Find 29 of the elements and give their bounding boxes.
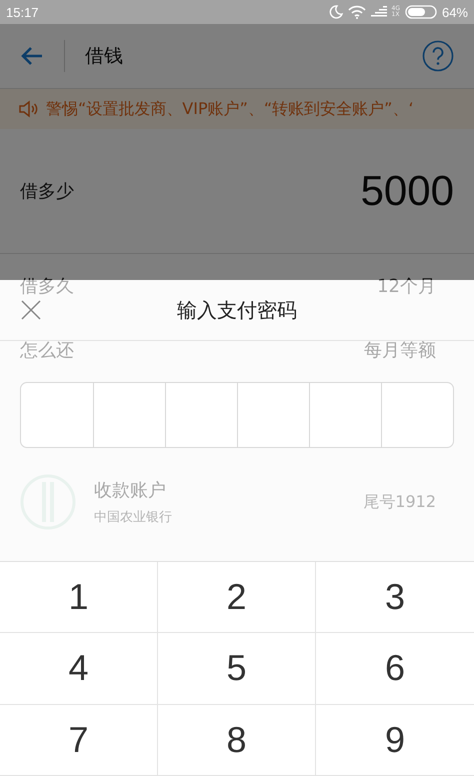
card-tail-number: 尾号1912 bbox=[363, 492, 436, 512]
signal-icon bbox=[370, 6, 386, 18]
keypad-key[interactable]: 8 bbox=[158, 704, 316, 776]
keypad-key[interactable]: 1 bbox=[0, 562, 158, 633]
battery-icon bbox=[404, 5, 437, 19]
keypad-key[interactable]: 7 bbox=[0, 704, 158, 776]
page-title: 借钱 bbox=[85, 44, 124, 69]
sheet-title: 输入支付密码 bbox=[177, 296, 297, 324]
warning-text: 警惕“设置批发商、VIP账户”、“转账到安全账户”、‘ bbox=[46, 98, 414, 120]
amount-label: 借多少 bbox=[20, 180, 74, 203]
keypad-key[interactable]: 4 bbox=[0, 633, 158, 704]
row-label: 借多久 bbox=[20, 275, 74, 298]
amount-value: 5000 bbox=[360, 167, 454, 215]
bank-name: 中国农业银行 bbox=[94, 509, 173, 526]
row-value: 12个月 bbox=[377, 275, 436, 298]
moon-icon bbox=[328, 5, 342, 19]
close-icon[interactable] bbox=[21, 300, 41, 320]
wifi-icon bbox=[348, 5, 366, 19]
battery-percent: 64% bbox=[442, 4, 468, 20]
help-icon[interactable] bbox=[422, 40, 454, 72]
keypad-key[interactable]: 2 bbox=[158, 562, 316, 633]
account-label: 收款账户 bbox=[94, 479, 167, 502]
row-value: 每月等额 bbox=[364, 339, 436, 362]
password-field[interactable] bbox=[20, 382, 454, 448]
keypad-key[interactable]: 5 bbox=[158, 633, 316, 704]
clock-time: 15:17 bbox=[6, 4, 39, 20]
row-label: 怎么还 bbox=[20, 339, 74, 362]
speaker-icon bbox=[18, 100, 38, 118]
back-arrow-icon[interactable] bbox=[20, 46, 44, 66]
